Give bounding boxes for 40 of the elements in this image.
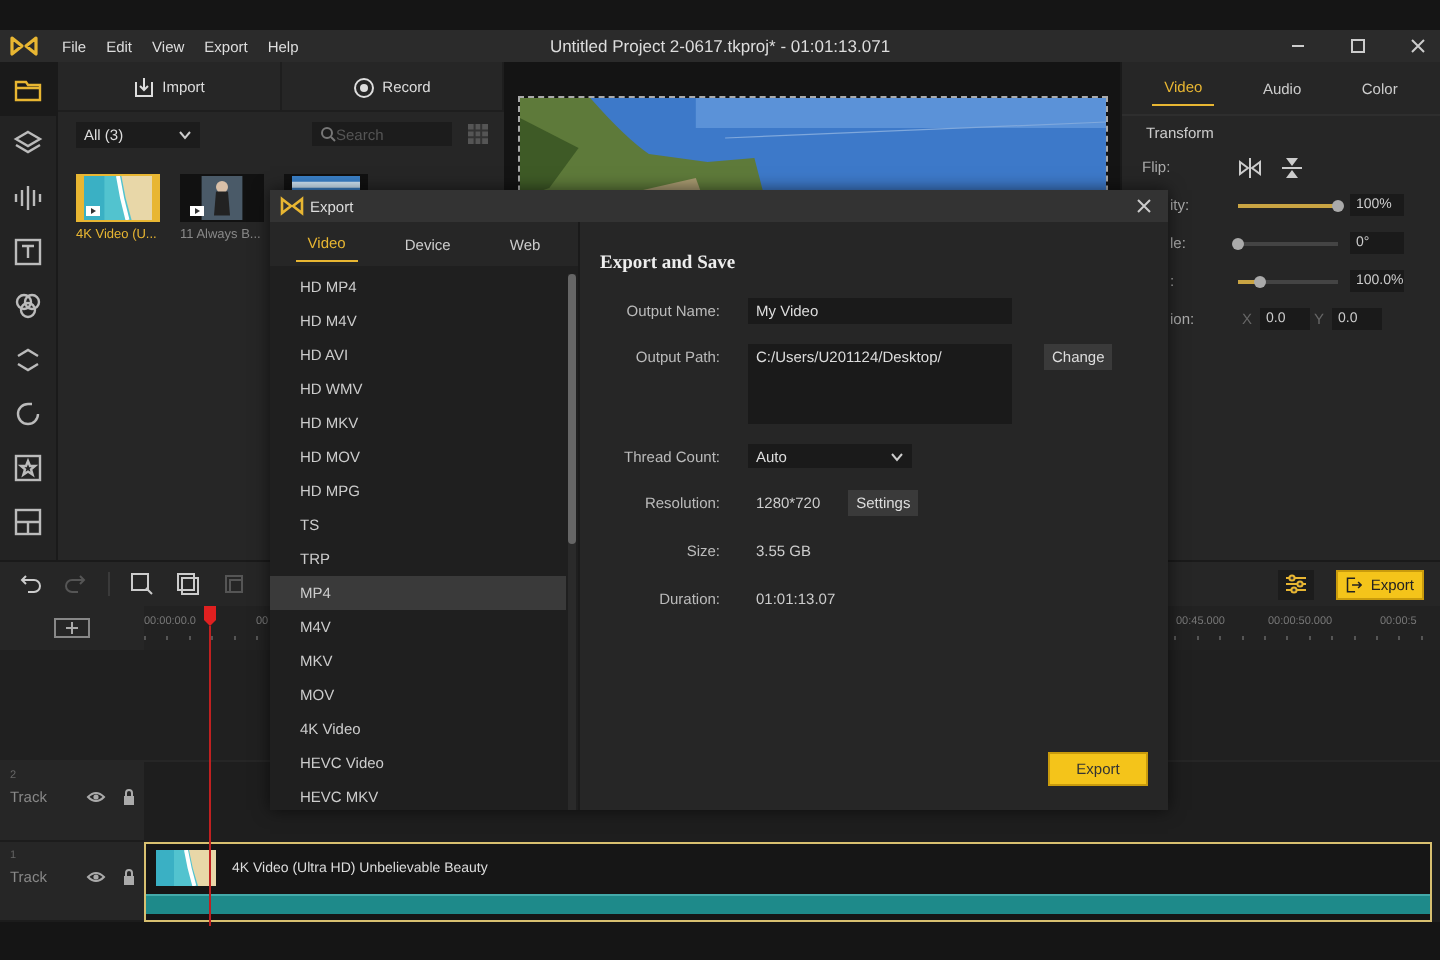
maximize-icon[interactable]: [1348, 36, 1368, 56]
close-icon[interactable]: [1136, 198, 1152, 214]
layers-icon[interactable]: [12, 127, 44, 159]
add-track-icon[interactable]: [54, 618, 90, 638]
waveform-icon[interactable]: [12, 181, 44, 213]
lock-icon[interactable]: [122, 868, 136, 886]
window-title: Untitled Project 2-0617.tkproj* - 01:01:13.071: [549, 36, 891, 56]
star-icon[interactable]: [12, 451, 44, 483]
export-icon: [1346, 573, 1363, 595]
video-badge-icon: [86, 206, 100, 216]
app-logo-icon: [280, 196, 304, 216]
app-logo-icon: [10, 34, 38, 58]
slider-handle[interactable]: [1232, 237, 1244, 249]
section-heading: Export and Save: [600, 254, 738, 274]
eye-icon[interactable]: [86, 870, 106, 884]
adjust-button[interactable]: [1278, 569, 1314, 599]
arrows-icon[interactable]: [12, 343, 44, 375]
scrollbar[interactable]: [568, 274, 576, 810]
eye-icon[interactable]: [86, 790, 106, 804]
text-icon[interactable]: [12, 235, 44, 267]
media-thumbnail[interactable]: [180, 174, 264, 222]
playhead[interactable]: [202, 606, 218, 926]
chevron-icon: [890, 451, 904, 461]
chevron-icon: [178, 129, 192, 139]
record-icon: [352, 75, 377, 97]
flip-vertical-icon[interactable]: [1282, 155, 1302, 179]
lock-icon[interactable]: [122, 788, 136, 806]
slider-handle[interactable]: [1254, 275, 1266, 287]
media-thumbnail[interactable]: [76, 174, 160, 222]
duplicate-icon[interactable]: [174, 570, 202, 598]
slider-handle[interactable]: [1332, 199, 1344, 211]
layout-icon[interactable]: [12, 505, 44, 537]
circles-icon[interactable]: [12, 289, 44, 321]
import-icon: [132, 75, 157, 97]
flip-horizontal-icon[interactable]: [1238, 157, 1262, 177]
undo-icon[interactable]: [16, 570, 44, 598]
video-badge-icon: [190, 206, 204, 216]
sliders-icon: [1284, 572, 1308, 596]
close-icon[interactable]: [1408, 36, 1428, 56]
crop-icon[interactable]: [128, 570, 156, 598]
